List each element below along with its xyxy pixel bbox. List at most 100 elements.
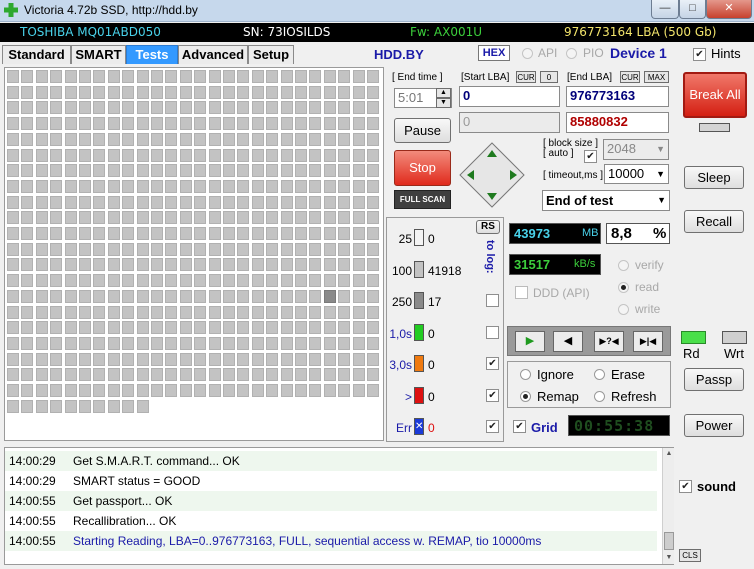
grid-checkbox[interactable]: ✔ — [513, 420, 526, 433]
scan-block — [367, 148, 379, 162]
tab-standard[interactable]: Standard — [2, 45, 71, 64]
to-log-checkbox[interactable]: ✔ — [486, 388, 499, 402]
percent-value: 8,8 — [611, 225, 632, 242]
scan-block — [107, 336, 120, 350]
device-selector[interactable]: Device 1 — [610, 45, 667, 61]
verify-radio[interactable] — [618, 260, 629, 271]
break-all-button[interactable]: Break All — [683, 72, 747, 118]
power-button[interactable]: Power — [684, 414, 744, 437]
remap-radio[interactable] — [520, 391, 531, 402]
stop-button[interactable]: Stop — [394, 150, 451, 186]
scan-block — [309, 274, 322, 288]
legend-count: 0 — [428, 389, 435, 404]
scroll-thumb[interactable] — [664, 532, 674, 550]
erase-radio[interactable] — [594, 369, 605, 380]
end-action-select[interactable]: End of test ▼ — [542, 190, 670, 211]
to-end-icon[interactable]: ▶|◀ — [633, 331, 663, 352]
mb-value: 43973 — [514, 226, 551, 241]
maximize-button[interactable]: □ — [679, 0, 706, 19]
end-lba-field[interactable]: 976773163 — [566, 86, 669, 107]
scan-block — [93, 148, 106, 162]
scan-block — [208, 85, 221, 99]
jump-icon[interactable]: ▶?◀ — [594, 331, 624, 352]
scan-block — [64, 195, 77, 209]
pio-radio[interactable] — [566, 48, 577, 59]
direction-pad[interactable] — [459, 142, 525, 208]
scan-block — [136, 368, 149, 382]
scroll-down-icon[interactable]: ▼ — [663, 552, 675, 564]
start-zero-button[interactable]: 0 — [540, 71, 558, 83]
scan-block — [295, 336, 307, 350]
scan-block — [151, 227, 163, 240]
scan-block — [50, 289, 63, 303]
scan-block — [7, 227, 19, 240]
auto-block-checkbox[interactable]: ✔ — [584, 150, 597, 163]
end-cur-button[interactable]: CUR — [620, 71, 640, 83]
scan-block — [338, 384, 351, 397]
spin-down-icon[interactable]: ▼ — [436, 98, 451, 108]
minimize-button[interactable]: — — [651, 0, 679, 19]
scan-block — [266, 164, 279, 178]
reset-stats-button[interactable]: RS — [476, 220, 500, 234]
scan-block — [79, 101, 91, 115]
scan-block — [151, 70, 163, 83]
full-scan-button[interactable]: FULL SCAN — [394, 190, 451, 209]
to-log-checkbox[interactable] — [486, 325, 499, 339]
refresh-radio[interactable] — [594, 391, 605, 402]
timeout-select[interactable]: 10000 ▼ — [604, 164, 669, 184]
passport-button[interactable]: Passp — [684, 368, 744, 391]
play-icon[interactable]: ▶ — [515, 331, 545, 352]
scroll-up-icon[interactable]: ▲ — [663, 448, 675, 460]
scan-block — [122, 352, 135, 366]
hints-checkbox[interactable]: ✔ — [693, 48, 706, 61]
hex-button[interactable]: HEX — [478, 45, 510, 61]
tab-tests[interactable]: Tests — [126, 45, 178, 64]
site-link[interactable]: HDD.BY — [374, 47, 424, 62]
scan-block — [338, 164, 351, 178]
scan-block — [7, 101, 19, 115]
pause-button[interactable]: Pause — [394, 118, 451, 143]
tab-smart[interactable]: SMART — [71, 45, 126, 64]
sound-checkbox[interactable]: ✔ — [679, 480, 692, 493]
hints-label: Hints — [711, 46, 741, 61]
scan-block — [323, 117, 336, 131]
scan-block — [122, 227, 135, 240]
api-radio[interactable] — [522, 48, 533, 59]
start-cur-button[interactable]: CUR — [516, 71, 536, 83]
scan-block — [208, 195, 221, 209]
scan-block — [295, 179, 307, 193]
end-max-button[interactable]: MAX — [644, 71, 669, 83]
scan-block — [237, 321, 250, 335]
scan-block — [179, 227, 192, 240]
ddd-api-checkbox[interactable] — [515, 286, 528, 299]
scan-block — [295, 195, 307, 209]
tab-advanced[interactable]: Advanced — [178, 45, 248, 64]
drive-info-bar: TOSHIBA MQ01ABD050 SN: 73IOSILDS Fw: AX0… — [0, 23, 754, 42]
sleep-button[interactable]: Sleep — [684, 166, 744, 189]
grid-label: Grid — [531, 420, 558, 435]
to-log-checkbox[interactable]: ✔ — [486, 420, 499, 433]
scan-block — [309, 227, 322, 240]
block-size-select[interactable]: 2048 ▼ — [603, 139, 669, 160]
tab-setup[interactable]: Setup — [248, 45, 294, 64]
spin-up-icon[interactable]: ▲ — [436, 88, 451, 98]
ignore-radio[interactable] — [520, 369, 531, 380]
clear-log-button[interactable]: CLS — [679, 549, 701, 562]
scan-block — [7, 211, 19, 225]
log-scrollbar[interactable]: ▲ ▼ — [662, 448, 674, 564]
close-button[interactable]: ✕ — [706, 0, 752, 19]
to-log-checkbox[interactable] — [486, 294, 499, 307]
recall-button[interactable]: Recall — [684, 210, 744, 233]
scan-block — [21, 70, 34, 83]
scan-block — [251, 352, 264, 366]
rewind-icon[interactable]: ◀ — [553, 331, 583, 352]
scan-block — [352, 274, 365, 288]
start-lba-field[interactable]: 0 — [459, 86, 560, 107]
write-radio[interactable] — [618, 304, 629, 315]
log-panel[interactable]: 14:00:29 Get S.M.A.R.T. command... OK 14:0… — [4, 447, 674, 565]
read-radio[interactable] — [618, 282, 629, 293]
scan-block — [367, 101, 379, 115]
to-log-checkbox[interactable]: ✔ — [486, 357, 499, 370]
scan-block — [208, 321, 221, 335]
scan-block — [50, 211, 63, 225]
